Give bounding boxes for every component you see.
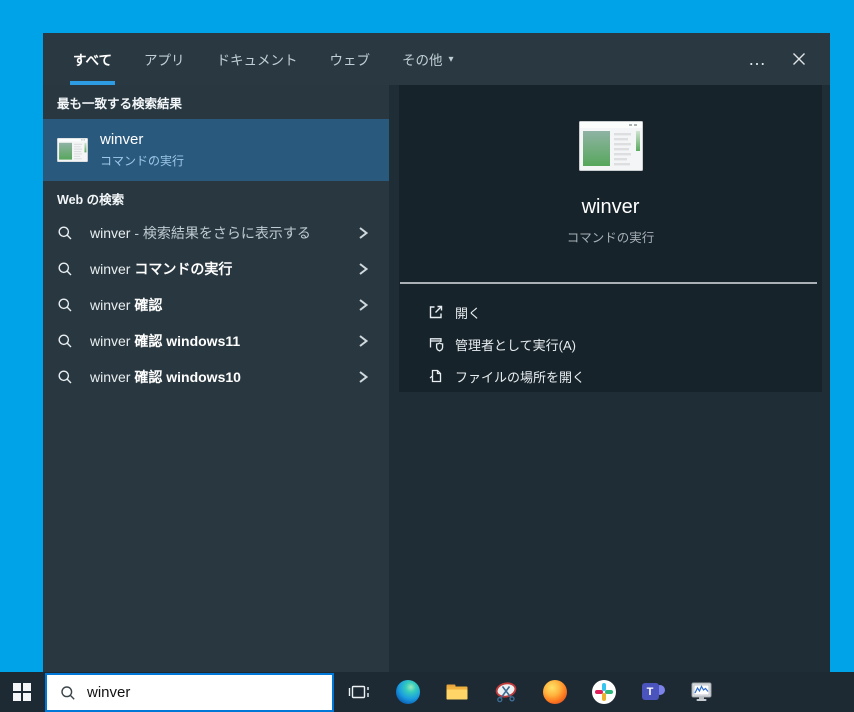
suggestion-text: winver 確認 bbox=[90, 297, 163, 313]
taskbar-app-firefox[interactable] bbox=[530, 672, 579, 712]
task-view-button[interactable] bbox=[345, 672, 372, 712]
edge-icon bbox=[395, 680, 420, 704]
taskbar-app-edge[interactable] bbox=[383, 672, 432, 712]
action-label: ファイルの場所を開く bbox=[455, 369, 586, 385]
taskbar: winver T bbox=[0, 672, 854, 712]
chevron-right-icon bbox=[357, 262, 369, 276]
search-icon bbox=[57, 261, 73, 277]
preview-subtitle: コマンドの実行 bbox=[566, 231, 655, 245]
taskbar-search-value: winver bbox=[87, 684, 131, 701]
action-open[interactable]: 開く bbox=[399, 296, 822, 328]
panel-divider-gap bbox=[389, 85, 399, 672]
suggestion-text: winver 確認 windows10 bbox=[90, 369, 241, 385]
suggestion-text: winver 確認 windows11 bbox=[90, 333, 241, 349]
chevron-right-icon bbox=[357, 334, 369, 348]
pinned-apps: T bbox=[383, 672, 726, 712]
search-icon bbox=[57, 297, 73, 313]
results-panel: 最も一致する検索結果 winver コマンドの実行 Web の検索 winver… bbox=[43, 85, 389, 672]
tab-label: ドキュメント bbox=[216, 53, 298, 68]
suggestion-text: winver - 検索結果をさらに表示する bbox=[90, 225, 311, 241]
best-match-text: winver コマンドの実行 bbox=[100, 131, 184, 169]
chevron-right-icon bbox=[357, 370, 369, 384]
preview-panel: winver コマンドの実行 開く 管理者として実行(A) ファイルの場所を開く bbox=[399, 85, 822, 672]
tab-all[interactable]: すべて bbox=[70, 33, 116, 85]
app-preview: winver コマンドの実行 bbox=[399, 85, 822, 246]
chevron-right-icon bbox=[357, 226, 369, 240]
teams-icon: T bbox=[641, 680, 665, 704]
start-button[interactable] bbox=[0, 672, 44, 712]
winver-app-icon bbox=[57, 138, 88, 162]
close-button[interactable] bbox=[792, 52, 806, 66]
windows-logo-icon bbox=[13, 683, 31, 701]
performance-monitor-icon bbox=[691, 682, 711, 701]
open-file-location-icon bbox=[427, 367, 445, 385]
web-suggestion-4[interactable]: winver 確認 windows11 bbox=[43, 323, 389, 359]
taskbar-app-file-explorer[interactable] bbox=[432, 672, 481, 712]
search-icon bbox=[57, 225, 73, 241]
search-icon bbox=[57, 333, 73, 349]
firefox-icon bbox=[542, 680, 567, 704]
search-icon bbox=[57, 369, 73, 385]
action-run-as-admin[interactable]: 管理者として実行(A) bbox=[399, 328, 822, 360]
task-view-icon bbox=[348, 685, 369, 699]
search-icon bbox=[61, 685, 75, 700]
tab-documents[interactable]: ドキュメント bbox=[214, 33, 301, 85]
tab-label: ウェブ bbox=[329, 53, 371, 68]
snipping-tool-icon bbox=[495, 682, 516, 703]
best-match-subtitle: コマンドの実行 bbox=[100, 154, 185, 168]
web-search-header: Web の検索 bbox=[57, 193, 125, 207]
tab-more[interactable]: その他 ▾ bbox=[399, 33, 457, 85]
tabbar-actions: … bbox=[748, 33, 830, 85]
tab-apps[interactable]: アプリ bbox=[141, 33, 188, 85]
panel-filler bbox=[399, 392, 822, 672]
taskbar-search-box[interactable]: winver bbox=[45, 673, 334, 712]
action-list: 開く 管理者として実行(A) ファイルの場所を開く bbox=[399, 296, 822, 392]
best-match-title: winver bbox=[100, 131, 144, 148]
search-results-area: 最も一致する検索結果 winver コマンドの実行 Web の検索 winver… bbox=[43, 85, 830, 672]
search-tabbar: すべて アプリ ドキュメント ウェブ その他 ▾ … bbox=[43, 33, 830, 85]
action-label: 管理者として実行(A) bbox=[455, 337, 576, 353]
run-as-admin-shield-icon bbox=[427, 335, 445, 353]
preview-divider bbox=[400, 282, 817, 284]
action-open-file-location[interactable]: ファイルの場所を開く bbox=[399, 360, 822, 392]
file-explorer-icon bbox=[446, 684, 467, 700]
slack-icon bbox=[591, 680, 616, 704]
best-match-header: 最も一致する検索結果 bbox=[57, 97, 183, 111]
tab-web[interactable]: ウェブ bbox=[327, 33, 374, 85]
best-match-result-winver[interactable]: winver コマンドの実行 bbox=[43, 119, 389, 181]
taskbar-app-teams[interactable]: T bbox=[628, 672, 677, 712]
action-label: 開く bbox=[455, 305, 482, 321]
more-options-button[interactable]: … bbox=[748, 50, 768, 68]
web-suggestion-1[interactable]: winver - 検索結果をさらに表示する bbox=[43, 215, 389, 251]
tab-label: アプリ bbox=[144, 53, 185, 68]
tab-list: すべて アプリ ドキュメント ウェブ その他 ▾ bbox=[70, 33, 748, 85]
chevron-down-icon: ▾ bbox=[448, 53, 454, 65]
taskbar-app-performance-monitor[interactable] bbox=[677, 672, 726, 712]
open-icon bbox=[427, 303, 445, 321]
suggestion-text: winver コマンドの実行 bbox=[90, 261, 233, 277]
web-suggestion-5[interactable]: winver 確認 windows10 bbox=[43, 359, 389, 395]
web-suggestion-2[interactable]: winver コマンドの実行 bbox=[43, 251, 389, 287]
search-flyout: すべて アプリ ドキュメント ウェブ その他 ▾ … 最も一致する検索結果 wi… bbox=[43, 33, 830, 672]
close-icon bbox=[793, 53, 805, 65]
tab-label: その他 bbox=[402, 53, 443, 68]
taskbar-app-slack[interactable] bbox=[579, 672, 628, 712]
chevron-right-icon bbox=[357, 298, 369, 312]
preview-title: winver bbox=[581, 196, 640, 218]
web-suggestion-3[interactable]: winver 確認 bbox=[43, 287, 389, 323]
winver-app-icon-large bbox=[578, 121, 643, 171]
taskbar-app-snipping-tool[interactable] bbox=[481, 672, 530, 712]
tab-label: すべて bbox=[73, 53, 113, 68]
